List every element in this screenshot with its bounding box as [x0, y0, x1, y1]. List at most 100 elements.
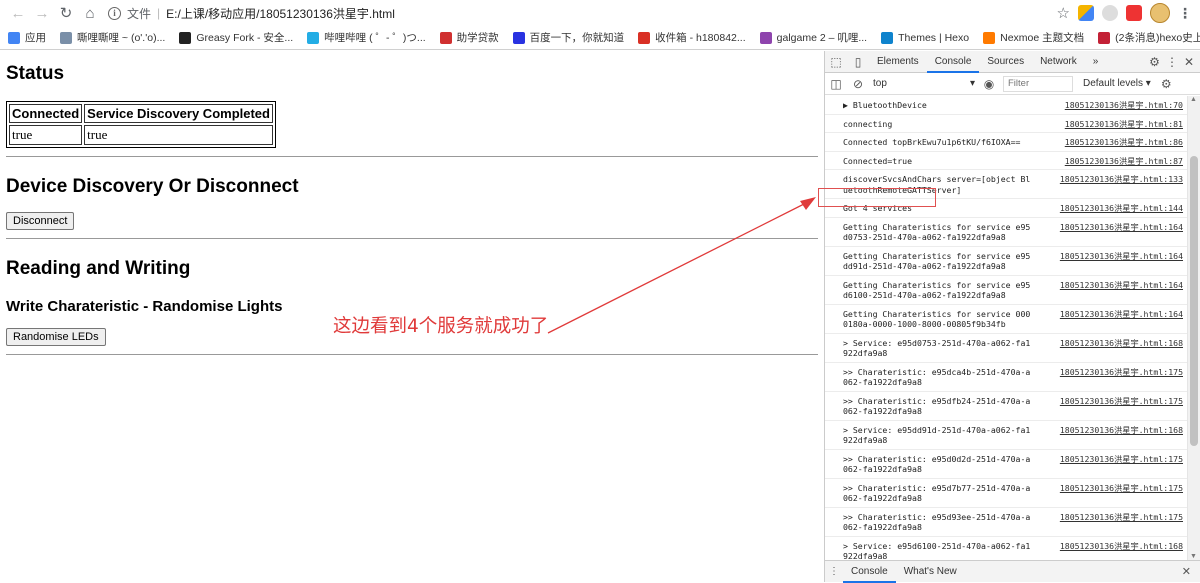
log-source-link[interactable]: 18051230136洪星宇.html:87	[1065, 156, 1183, 167]
console-log-row: >> Charateristic: e95dfb24-251d-470a-a06…	[825, 392, 1187, 421]
bookmark-item[interactable]: 哔哩哔哩 ( ゜- ゜)つ...	[307, 30, 426, 45]
forward-button[interactable]: →	[30, 2, 54, 24]
log-source-link[interactable]: 18051230136洪星宇.html:175	[1060, 483, 1183, 494]
filter-input[interactable]	[1003, 75, 1073, 92]
log-message: >> Charateristic: e95d0d2d-251d-470a-a06…	[843, 453, 1031, 475]
console-log-row: Getting Charateristics for service e95d0…	[825, 218, 1187, 247]
info-icon[interactable]: i	[108, 6, 121, 20]
log-source-link[interactable]: 18051230136洪星宇.html:175	[1060, 367, 1183, 378]
log-source-link[interactable]: 18051230136洪星宇.html:164	[1060, 222, 1183, 233]
extension-cloud-icon[interactable]	[1102, 5, 1118, 21]
log-message: Connected topBrkEwu7u1p6tKU/f6IOXA==	[843, 137, 1021, 147]
log-source-link[interactable]: 18051230136洪星宇.html:168	[1060, 541, 1183, 552]
scroll-down-icon[interactable]: ▼	[1190, 553, 1197, 560]
url-scheme-label: 文件	[127, 6, 152, 21]
bookmark-item[interactable]: 应用	[8, 30, 46, 45]
reload-icon: ↻	[59, 5, 73, 22]
device-toolbar-icon[interactable]: ▯	[847, 55, 869, 69]
bookmark-item[interactable]: Themes | Hexo	[881, 31, 969, 44]
log-source-link[interactable]: 18051230136洪星宇.html:175	[1060, 512, 1183, 523]
back-button[interactable]: ←	[6, 2, 30, 24]
drawer-menu-icon[interactable]: ⋮	[825, 566, 843, 577]
console-log-row: >> Charateristic: e95dca4b-251d-470a-a06…	[825, 363, 1187, 392]
log-source-link[interactable]: 18051230136洪星宇.html:175	[1060, 396, 1183, 407]
log-message: > Service: e95d0753-251d-470a-a062-fa192…	[843, 337, 1031, 359]
extension-icon[interactable]	[1078, 5, 1094, 21]
log-message: >> Charateristic: e95d93ee-251d-470a-a06…	[843, 511, 1031, 533]
clear-console-icon[interactable]: ⊘	[847, 77, 869, 91]
log-message: >> Charateristic: e95d7b77-251d-470a-a06…	[843, 482, 1031, 504]
log-levels-select[interactable]: Default levels ▾	[1083, 78, 1151, 89]
bookmark-item[interactable]: 嘶哩嘶哩 ~ (o'.'o)...	[60, 30, 165, 45]
bookmark-star-icon[interactable]: ☆	[1057, 4, 1070, 22]
more-tabs-icon[interactable]: »	[1085, 51, 1107, 73]
url-text[interactable]: E:/上课/移动应用/18051230136洪星宇.html	[166, 5, 395, 22]
bookmark-item[interactable]: 收件箱 - h180842...	[638, 30, 746, 45]
devtools-drawer: ⋮ Console What's New ✕	[825, 560, 1200, 583]
log-message: >> Charateristic: e95dfb24-251d-470a-a06…	[843, 395, 1031, 417]
log-source-link[interactable]: 18051230136洪星宇.html:86	[1065, 137, 1183, 148]
disconnect-button[interactable]: Disconnect	[6, 212, 75, 230]
log-source-link[interactable]: 18051230136洪星宇.html:168	[1060, 338, 1183, 349]
sidebar-toggle-icon[interactable]: ◫	[825, 77, 847, 91]
randomise-leds-button[interactable]: Randomise LEDs	[6, 328, 106, 346]
bookmark-label: 助学贷款	[456, 32, 499, 44]
drawer-close-icon[interactable]: ✕	[1182, 565, 1191, 578]
log-source-link[interactable]: 18051230136洪星宇.html:81	[1065, 119, 1183, 130]
gmail-icon	[638, 31, 651, 44]
log-source-link[interactable]: 18051230136洪星宇.html:164	[1060, 251, 1183, 262]
galgame-icon	[759, 31, 772, 44]
loan-icon	[439, 31, 452, 44]
bookmark-item[interactable]: 助学贷款	[439, 30, 499, 45]
bookmarks-bar: 应用 嘶哩嘶哩 ~ (o'.'o)... Greasy Fork - 安全... 哔哩…	[0, 26, 1200, 50]
devtools-panel: ⬚ ▯ Elements Console Sources Network » ⚙…	[824, 51, 1200, 583]
gear-icon[interactable]: ⚙	[1149, 55, 1160, 69]
bookmark-item[interactable]: Greasy Fork - 安全...	[179, 30, 293, 45]
table-cell-service-discovery: true	[84, 125, 273, 145]
log-source-link[interactable]: 18051230136洪星宇.html:168	[1060, 425, 1183, 436]
log-source-link[interactable]: 18051230136洪星宇.html:70	[1065, 100, 1183, 111]
console-log-area[interactable]: ▶ BluetoothDevice 18051230136洪星宇.html:70 c…	[825, 96, 1187, 560]
log-source-link[interactable]: 18051230136洪星宇.html:164	[1060, 280, 1183, 291]
extension-red-icon[interactable]	[1126, 5, 1142, 21]
scrollbar-thumb[interactable]	[1190, 156, 1198, 446]
eye-icon[interactable]: ◉	[979, 77, 999, 91]
context-label: top	[873, 78, 887, 89]
inspect-element-icon[interactable]: ⬚	[825, 55, 847, 69]
address-bar[interactable]: i 文件 | E:/上课/移动应用/18051230136洪星宇.html	[108, 2, 1052, 24]
arrow-left-icon: ←	[10, 4, 26, 22]
browser-menu-icon[interactable]: ⋮	[1178, 5, 1192, 22]
console-scrollbar[interactable]: ▲ ▼	[1187, 96, 1200, 560]
console-settings-gear-icon[interactable]: ⚙	[1161, 77, 1172, 91]
console-log-row: connecting 18051230136洪星宇.html:81	[825, 115, 1187, 133]
tab-sources[interactable]: Sources	[979, 51, 1032, 73]
drawer-tab-console[interactable]: Console	[843, 561, 896, 583]
reload-button[interactable]: ↻	[54, 2, 78, 24]
log-source-link[interactable]: 18051230136洪星宇.html:144	[1060, 203, 1183, 214]
divider	[6, 156, 818, 157]
kebab-menu-icon[interactable]: ⋮	[1166, 55, 1178, 69]
tab-console[interactable]: Console	[926, 51, 980, 73]
drawer-tab-whats-new[interactable]: What's New	[896, 561, 965, 583]
log-message: Getting Charateristics for service e95dd…	[843, 250, 1031, 272]
hexo-icon	[881, 31, 894, 44]
reading-writing-heading: Reading and Writing	[6, 258, 191, 279]
scroll-up-icon[interactable]: ▲	[1190, 96, 1197, 103]
bookmark-item[interactable]: 百度一下，你就知道	[512, 30, 624, 45]
bookmark-label: 嘶哩嘶哩 ~ (o'.'o)...	[77, 32, 166, 44]
log-message: Connected=true	[843, 155, 913, 166]
context-select[interactable]: top ▾	[869, 78, 979, 89]
close-icon[interactable]: ✕	[1184, 55, 1194, 69]
tab-network[interactable]: Network	[1032, 51, 1085, 73]
bookmark-item[interactable]: Nexmoe 主题文档	[983, 30, 1084, 45]
log-source-link[interactable]: 18051230136洪星宇.html:175	[1060, 454, 1183, 465]
log-message: >> Charateristic: e95dca4b-251d-470a-a06…	[843, 366, 1031, 388]
bookmark-item[interactable]: (2条消息)hexo史上...	[1098, 30, 1200, 45]
bookmark-item[interactable]: galgame 2 – 叽哩...	[759, 30, 867, 45]
tab-elements[interactable]: Elements	[869, 51, 927, 73]
profile-avatar[interactable]	[1150, 3, 1170, 23]
log-source-link[interactable]: 18051230136洪星宇.html:133	[1060, 174, 1183, 185]
log-source-link[interactable]: 18051230136洪星宇.html:164	[1060, 309, 1183, 320]
home-button[interactable]: ⌂	[78, 2, 102, 24]
console-log-row: >> Charateristic: e95d0d2d-251d-470a-a06…	[825, 450, 1187, 479]
